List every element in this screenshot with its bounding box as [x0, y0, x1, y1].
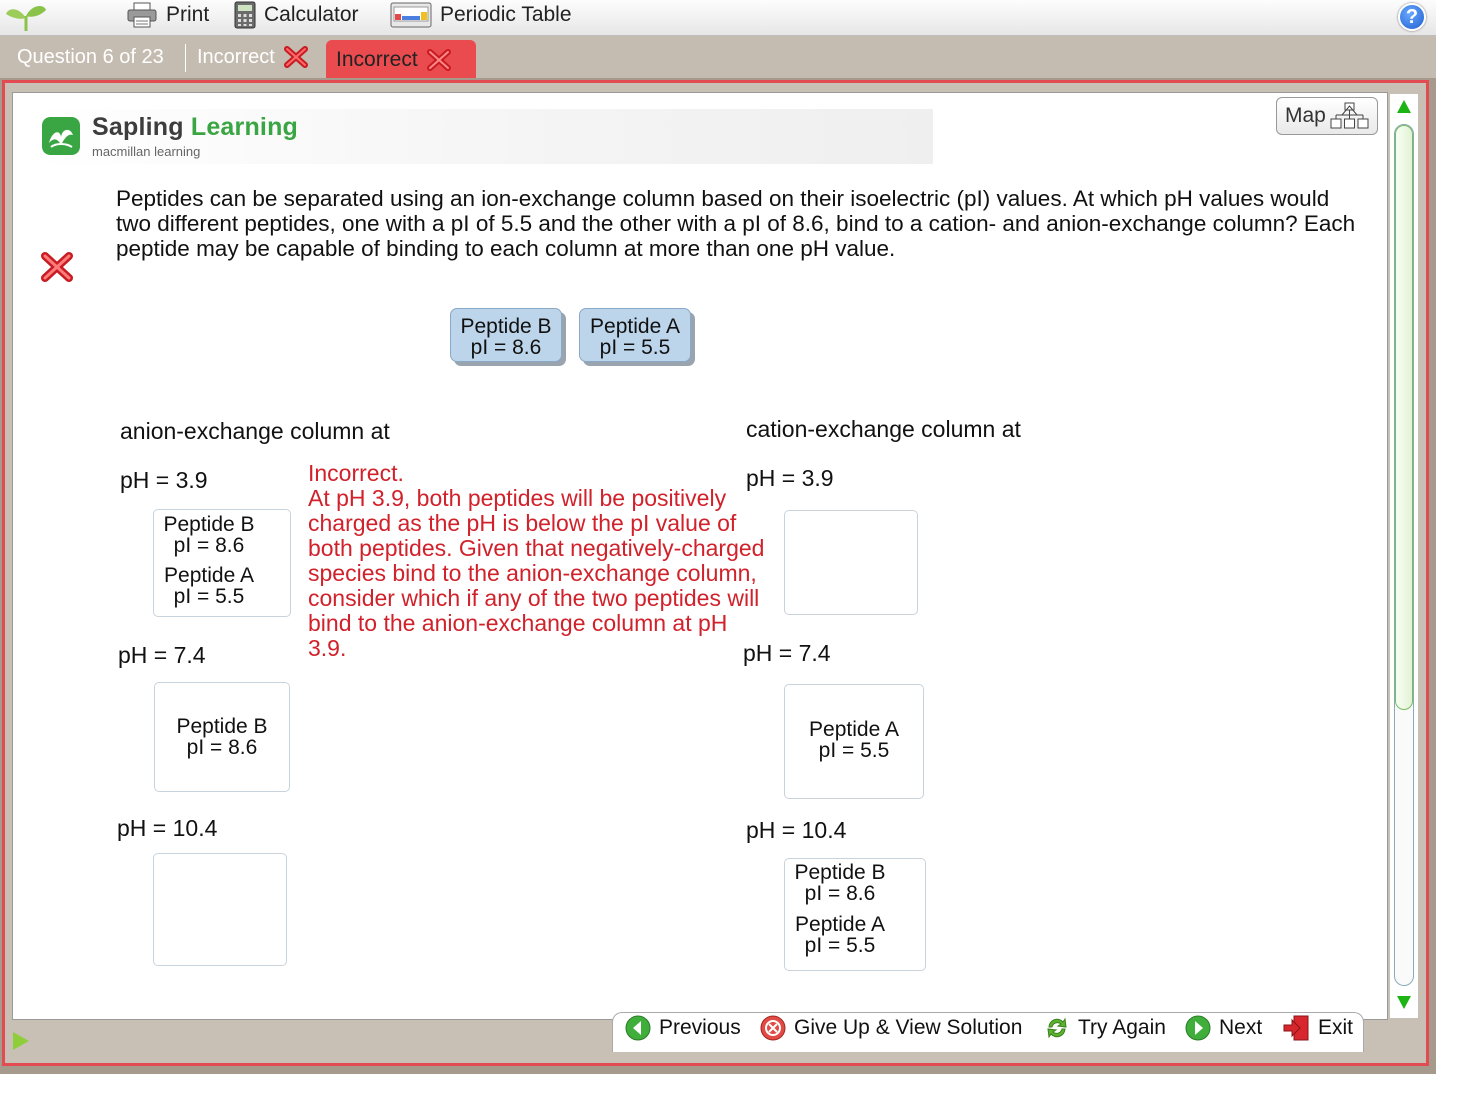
calculator-icon: [234, 1, 256, 29]
sapling-logo-icon: [42, 117, 80, 155]
placed-peptide-pi: pI = 8.6: [186, 736, 258, 759]
scrollbar-thumb[interactable]: [1395, 125, 1413, 710]
next-label: Next: [1219, 1016, 1263, 1039]
help-icon[interactable]: ?: [1398, 3, 1426, 31]
chip-peptide-b-pi: pI = 8.6: [470, 336, 542, 359]
chip-peptide-a-pi: pI = 5.5: [599, 336, 671, 359]
calculator-label: Calculator: [264, 3, 359, 26]
placed-peptide-a[interactable]: Peptide A pI = 5.5: [800, 719, 908, 761]
cation-ph-3-9-label: pH = 3.9: [746, 465, 834, 491]
cation-ph-10-4-label: pH = 10.4: [746, 817, 847, 843]
sprout-logo-icon: [6, 6, 46, 31]
previous-button[interactable]: Previous: [625, 1014, 741, 1042]
question-text: Peptides can be separated using an ion-e…: [116, 186, 1356, 261]
placed-peptide-a[interactable]: Peptide A pI = 5.5: [787, 914, 893, 956]
tab-previous-attempt[interactable]: Incorrect: [197, 42, 309, 72]
try-again-button[interactable]: Try Again: [1044, 1014, 1166, 1042]
top-toolbar: Print Calculator Periodic Table ?: [0, 0, 1436, 36]
map-label: Map: [1285, 104, 1326, 127]
question-tab-strip: Question 6 of 23 Incorrect Incorrect: [0, 36, 1436, 80]
chip-peptide-a[interactable]: Peptide A pI = 5.5: [579, 308, 691, 362]
cation-column-heading: cation-exchange column at: [746, 416, 1021, 442]
try-again-label: Try Again: [1078, 1016, 1166, 1039]
question-counter[interactable]: Question 6 of 23: [17, 42, 164, 72]
incorrect-x-mark-icon: [41, 252, 73, 282]
try-again-icon: [1047, 1017, 1067, 1039]
give-up-icon: [760, 1015, 786, 1041]
placed-peptide-a[interactable]: Peptide A pI = 5.5: [156, 565, 262, 607]
periodic-table-button[interactable]: Periodic Table: [390, 0, 572, 30]
placed-peptide-name: Peptide A: [164, 564, 254, 587]
print-button[interactable]: Print: [126, 0, 209, 30]
exit-button[interactable]: Exit: [1282, 1014, 1353, 1042]
placed-peptide-name: Peptide B: [176, 715, 268, 738]
question-counter-label: Question 6 of 23: [17, 45, 164, 68]
placed-peptide-b[interactable]: Peptide B pI = 8.6: [156, 514, 262, 556]
scroll-up-arrow-icon[interactable]: [1397, 100, 1411, 113]
give-up-label: Give Up & View Solution: [794, 1016, 1023, 1039]
chip-peptide-b[interactable]: Peptide B pI = 8.6: [450, 308, 562, 362]
cation-ph-7-4-label: pH = 7.4: [743, 640, 831, 666]
x-mark-icon: [283, 46, 308, 68]
periodic-table-label: Periodic Table: [440, 3, 572, 26]
feedback-body: At pH 3.9, both peptides will be positiv…: [308, 485, 765, 661]
calculator-button[interactable]: Calculator: [234, 0, 359, 30]
play-arrow-icon[interactable]: [13, 1032, 29, 1050]
sitemap-icon: [1330, 102, 1369, 129]
vertical-scrollbar[interactable]: [1390, 94, 1418, 1018]
print-label: Print: [166, 3, 210, 26]
placed-peptide-name: Peptide B: [163, 513, 255, 536]
brand-name: Sapling Learning: [92, 113, 298, 142]
exit-icon: [1283, 1015, 1309, 1041]
chip-peptide-a-name: Peptide A: [590, 315, 680, 338]
placed-peptide-pi: pI = 8.6: [173, 534, 245, 557]
scroll-down-arrow-icon[interactable]: [1397, 996, 1411, 1009]
feedback-message: Incorrect. At pH 3.9, both peptides will…: [308, 461, 768, 661]
placed-peptide-b[interactable]: Peptide B pI = 8.6: [168, 716, 276, 758]
periodic-table-icon: [390, 2, 432, 28]
tab-divider: [185, 44, 186, 72]
anion-column-heading: anion-exchange column at: [120, 418, 390, 444]
placed-peptide-pi: pI = 5.5: [818, 739, 890, 762]
exit-label: Exit: [1318, 1016, 1354, 1039]
placed-peptide-pi: pI = 8.6: [804, 882, 876, 905]
previous-attempt-label: Incorrect: [197, 45, 275, 68]
placed-peptide-name: Peptide A: [795, 913, 885, 936]
x-mark-icon: [426, 49, 451, 71]
placed-peptide-b[interactable]: Peptide B pI = 8.6: [787, 862, 893, 904]
brand-name-part1: Sapling: [92, 113, 184, 141]
brand-subtitle: macmillan learning: [92, 144, 201, 159]
placed-peptide-name: Peptide A: [809, 718, 899, 741]
placed-peptide-name: Peptide B: [794, 861, 886, 884]
chip-peptide-b-name: Peptide B: [460, 315, 552, 338]
anion-ph-10-4-dropzone[interactable]: [153, 853, 287, 966]
anion-ph-3-9-label: pH = 3.9: [120, 467, 208, 493]
arrow-right-icon: [1185, 1015, 1211, 1041]
cation-ph-3-9-dropzone[interactable]: [784, 510, 918, 615]
brand-name-part2: Learning: [190, 113, 299, 141]
arrow-left-icon: [625, 1015, 651, 1041]
give-up-button[interactable]: Give Up & View Solution: [760, 1014, 1022, 1042]
tab-current-attempt[interactable]: Incorrect: [326, 40, 476, 80]
previous-label: Previous: [659, 1016, 741, 1039]
current-attempt-label: Incorrect: [336, 48, 418, 71]
anion-ph-7-4-label: pH = 7.4: [118, 642, 206, 668]
map-button[interactable]: Map: [1276, 97, 1378, 135]
anion-ph-10-4-label: pH = 10.4: [117, 815, 218, 841]
printer-icon: [127, 2, 157, 28]
feedback-title: Incorrect.: [308, 460, 404, 486]
placed-peptide-pi: pI = 5.5: [804, 934, 876, 957]
next-button[interactable]: Next: [1185, 1014, 1262, 1042]
placed-peptide-pi: pI = 5.5: [173, 585, 245, 608]
